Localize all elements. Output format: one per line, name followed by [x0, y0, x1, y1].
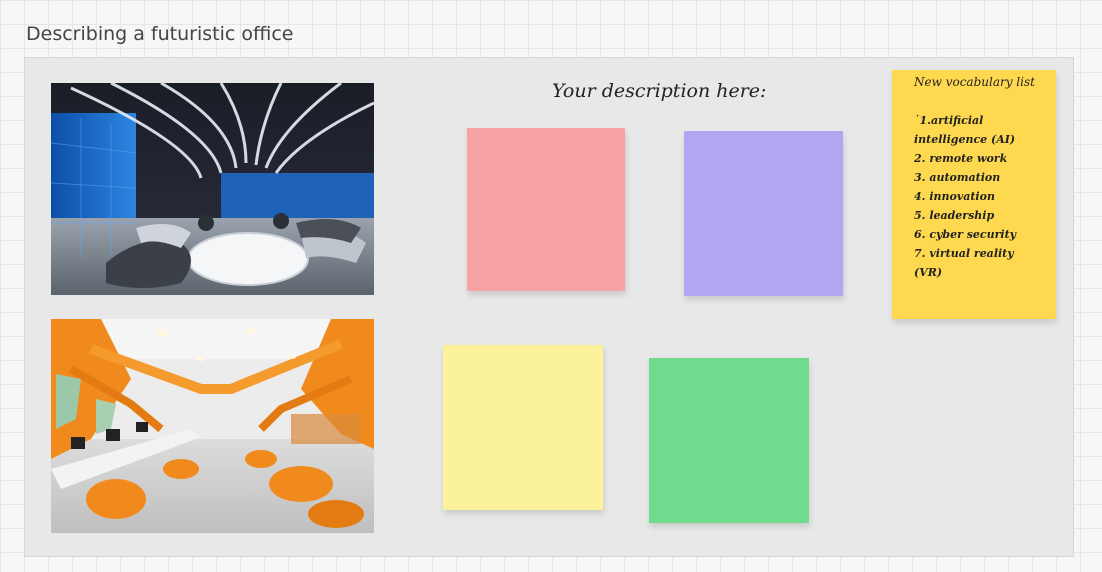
sticky-note-green[interactable]	[649, 358, 809, 523]
vocabulary-item: 7. virtual reality (VR)	[914, 247, 1018, 279]
sticky-note-red[interactable]	[467, 128, 625, 291]
description-heading[interactable]: Your description here:	[552, 80, 766, 102]
vocabulary-item: 2. remote work	[914, 152, 1008, 165]
vocabulary-item: 5. leadership	[914, 209, 995, 222]
vocabulary-item: 3. automation	[914, 171, 1001, 184]
frame-title[interactable]: Describing a futuristic office	[26, 23, 293, 45]
vocabulary-item: 6. cyber security	[914, 228, 1017, 241]
sticky-note-yellow[interactable]	[443, 345, 603, 510]
sticky-note-purple[interactable]	[684, 131, 843, 296]
futuristic-office-orange-photo[interactable]	[51, 319, 374, 533]
vocabulary-title: New vocabulary list	[914, 75, 1035, 89]
vocabulary-sticky-note[interactable]: New vocabulary list ˙1.artificial intell…	[892, 70, 1056, 319]
vocabulary-item: 4. innovation	[914, 190, 995, 203]
futuristic-office-blue-photo[interactable]	[51, 83, 374, 295]
vocabulary-item: ˙1.artificial intelligence (AI)	[914, 114, 1016, 146]
